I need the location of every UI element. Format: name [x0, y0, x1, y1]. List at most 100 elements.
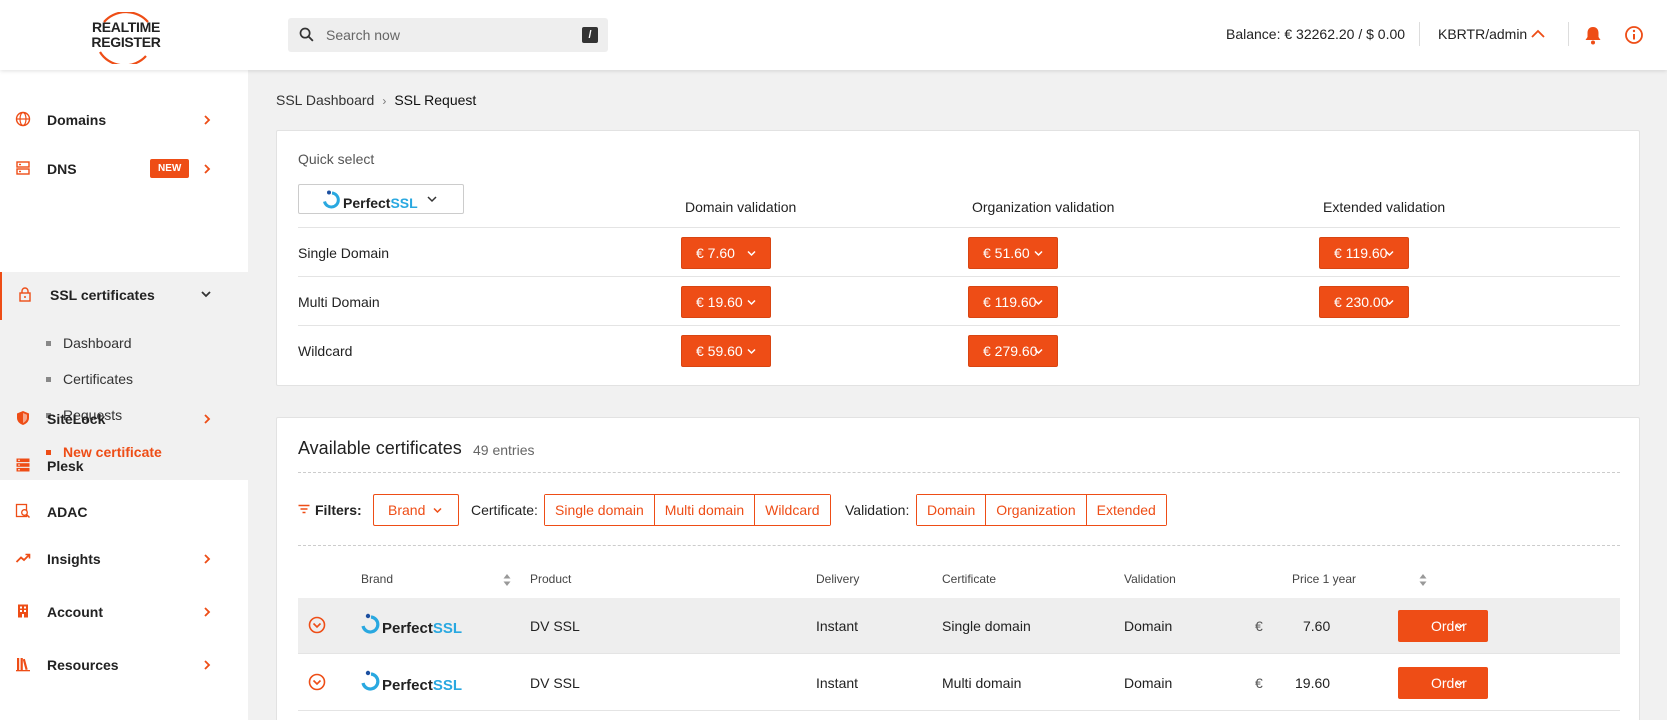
- sidebar-item-dns[interactable]: DNS NEW: [0, 146, 248, 194]
- filter-extended-validation[interactable]: Extended: [1086, 495, 1166, 525]
- cell-currency: €: [1255, 618, 1263, 634]
- chevron-down-icon: [201, 291, 211, 298]
- price-button-dv-single[interactable]: € 7.60: [681, 237, 771, 269]
- expand-row-icon[interactable]: [308, 673, 326, 691]
- brand-text-ssl: SSL: [432, 677, 463, 694]
- filter-domain-validation[interactable]: Domain: [917, 495, 987, 525]
- order-button[interactable]: Order: [1398, 667, 1488, 699]
- cell-product: DV SSL: [530, 675, 580, 691]
- certificate-filter-group: Single domain Multi domain Wildcard: [544, 494, 831, 526]
- logo-text: REALTIME REGISTER: [86, 20, 166, 50]
- table-row: PerfectSSL DV SSL Instant Multi domain D…: [298, 655, 1620, 711]
- chevron-up-icon[interactable]: [1530, 28, 1546, 40]
- price-button-dv-multi[interactable]: € 19.60: [681, 286, 771, 318]
- logo-line-2: REGISTER: [91, 34, 161, 50]
- breadcrumb-separator: ›: [382, 94, 387, 108]
- server-stack-icon: [16, 458, 30, 472]
- filter-multi-domain[interactable]: Multi domain: [654, 495, 756, 525]
- search-input[interactable]: [318, 18, 568, 52]
- price-label: € 119.60: [983, 294, 1037, 310]
- search-shortcut-key: /: [582, 27, 598, 43]
- brand-select[interactable]: PerfectSSL: [298, 184, 464, 214]
- sidebar-item-label: Resources: [47, 657, 119, 673]
- perfectssl-mark-icon: [361, 613, 380, 634]
- search-box[interactable]: /: [288, 18, 608, 52]
- order-button[interactable]: Order: [1398, 610, 1488, 642]
- sort-icon[interactable]: [503, 573, 511, 587]
- expand-row-icon[interactable]: [308, 616, 326, 634]
- sidebar-item-sitelock[interactable]: SiteLock: [0, 396, 248, 444]
- price-label: € 19.60: [696, 294, 743, 310]
- cell-certificate: Single domain: [942, 618, 1031, 634]
- search-icon: [299, 27, 314, 42]
- brand-text-perfect: Perfect: [382, 677, 433, 694]
- sidebar-subitem-label: Dashboard: [63, 335, 132, 351]
- price-label: € 279.60: [983, 343, 1038, 359]
- chevron-right-icon: [204, 164, 211, 174]
- filter-organization-validation[interactable]: Organization: [986, 495, 1087, 525]
- quick-select-row-wildcard: Wildcard € 59.60 € 279.60: [298, 325, 1620, 374]
- sidebar-item-label: SSL certificates: [50, 287, 155, 303]
- price-button-ev-multi[interactable]: € 230.00: [1319, 286, 1409, 318]
- row-label: Wildcard: [298, 343, 353, 359]
- price-button-ov-wildcard[interactable]: € 279.60: [968, 335, 1058, 367]
- sidebar-item-account[interactable]: Account: [0, 589, 248, 637]
- sidebar-item-label: Domains: [47, 112, 107, 128]
- bell-icon[interactable]: [1584, 25, 1602, 45]
- column-header-product: Product: [530, 572, 572, 586]
- breadcrumb-ssl-dashboard[interactable]: SSL Dashboard: [276, 92, 374, 108]
- price-button-ov-single[interactable]: € 51.60: [968, 237, 1058, 269]
- price-button-ev-single[interactable]: € 119.60: [1319, 237, 1409, 269]
- column-header-brand[interactable]: Brand: [361, 572, 393, 586]
- new-badge: NEW: [150, 159, 190, 178]
- price-label: € 59.60: [696, 343, 743, 359]
- cell-delivery: Instant: [816, 618, 859, 634]
- filter-single-domain[interactable]: Single domain: [545, 495, 655, 525]
- column-domain-validation: Domain validation: [685, 199, 797, 215]
- validation-filter-label: Validation:: [845, 502, 910, 518]
- row-label: Multi Domain: [298, 294, 380, 310]
- info-icon[interactable]: [1624, 25, 1644, 45]
- chevron-down-icon: [747, 250, 756, 257]
- header-divider: [1419, 22, 1420, 46]
- sidebar-item-label: DNS: [47, 161, 77, 177]
- brand-filter-dropdown[interactable]: Brand: [373, 494, 459, 526]
- sidebar-item-label: Insights: [47, 551, 101, 567]
- chevron-down-icon: [1455, 680, 1464, 687]
- header-divider: [1568, 22, 1569, 46]
- sidebar-item-plesk[interactable]: Plesk: [0, 443, 248, 491]
- chevron-right-icon: [204, 607, 211, 617]
- sidebar-item-ssl-certificates[interactable]: SSL certificates: [0, 272, 248, 320]
- chevron-down-icon: [1034, 299, 1043, 306]
- bullet: [46, 341, 51, 346]
- brand-text-ssl: SSL: [390, 195, 418, 211]
- sidebar-item-resources[interactable]: Resources: [0, 642, 248, 690]
- sidebar-item-domains[interactable]: Domains: [0, 97, 248, 145]
- realtime-register-logo[interactable]: REALTIME REGISTER: [86, 12, 166, 64]
- user-menu-label[interactable]: KBRTR/admin: [1438, 26, 1527, 42]
- price-button-dv-wildcard[interactable]: € 59.60: [681, 335, 771, 367]
- account-balance: Balance: € 32262.20 / $ 0.00: [1226, 26, 1406, 42]
- sidebar-item-insights[interactable]: Insights: [0, 536, 248, 584]
- breadcrumb: SSL Dashboard › SSL Request: [276, 92, 476, 108]
- column-header-price[interactable]: Price 1 year: [1292, 572, 1356, 586]
- validation-filter-group: Domain Organization Extended: [916, 494, 1167, 526]
- available-certificates-card: Available certificates 49 entries Filter…: [276, 417, 1640, 720]
- trending-up-icon: [15, 553, 31, 563]
- available-certificates-title: Available certificates: [298, 438, 462, 458]
- cell-delivery: Instant: [816, 675, 859, 691]
- chevron-down-icon: [427, 196, 437, 203]
- price-button-ov-multi[interactable]: € 119.60: [968, 286, 1058, 318]
- library-icon: [16, 658, 30, 672]
- logo-line-1: REALTIME: [91, 19, 161, 35]
- column-extended-validation: Extended validation: [1323, 199, 1446, 215]
- filter-wildcard[interactable]: Wildcard: [755, 495, 830, 525]
- chevron-down-icon: [747, 299, 756, 306]
- cell-validation: Domain: [1124, 675, 1173, 691]
- certificate-filter-label: Certificate:: [471, 502, 538, 518]
- sort-icon[interactable]: [1419, 573, 1427, 587]
- top-header: REALTIME REGISTER / Balance: € 32262.20 …: [0, 0, 1667, 70]
- chevron-down-icon: [1385, 250, 1394, 257]
- sidebar-subitem-label: Certificates: [63, 371, 134, 387]
- sidebar-item-adac[interactable]: ADAC: [0, 489, 248, 537]
